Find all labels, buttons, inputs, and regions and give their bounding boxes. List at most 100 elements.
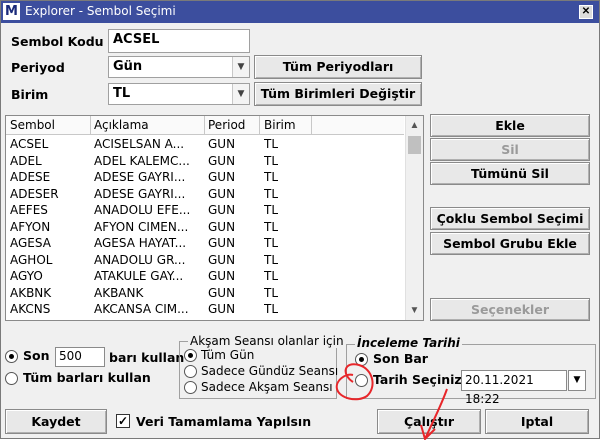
cell-period: GUN <box>208 236 236 250</box>
change-all-units-button[interactable]: Tüm Birimleri Değiştir <box>254 82 422 106</box>
cell-unit: TL <box>264 285 279 300</box>
unit-label: Birim <box>11 87 49 102</box>
all-bars-radio[interactable] <box>5 372 18 385</box>
period-select-value: Gün <box>113 59 143 74</box>
last-bars-radio[interactable] <box>5 350 18 363</box>
day-session-radio[interactable] <box>184 365 197 378</box>
all-day-radio[interactable] <box>184 349 197 362</box>
cell-symbol: AGHOL <box>10 252 53 267</box>
chevron-down-icon[interactable]: ▼ <box>232 84 249 104</box>
symbol-code-label: Sembol Kodu <box>11 34 104 49</box>
session-group-title: Akşam Seansı olanlar için <box>188 334 346 348</box>
cell-description: ANADOLU GR... <box>94 252 186 267</box>
chevron-down-icon[interactable]: ▼ <box>232 57 249 77</box>
table-row[interactable]: ADEL ADEL KALEMC... GUN TL <box>6 153 404 170</box>
column-header-symbol[interactable]: Sembol <box>10 118 55 132</box>
day-session-label: Sadece Gündüz Seansı <box>201 364 339 378</box>
cell-unit: TL <box>264 236 279 250</box>
cell-unit: TL <box>264 203 279 217</box>
cell-symbol: AGYO <box>10 269 43 283</box>
cell-description: AFYON CIMEN... <box>94 219 189 234</box>
cell-unit: TL <box>264 319 309 321</box>
cell-period: GUN <box>208 269 236 283</box>
table-row[interactable]: AKENR AK ENERJI E... GUN TL <box>6 318 404 321</box>
cell-unit: TL <box>264 219 279 234</box>
last-bars-label: Son <box>23 348 50 363</box>
cell-symbol: AEFES <box>10 203 48 217</box>
cell-period: GUN <box>208 252 236 267</box>
cell-period: GUN <box>208 203 236 217</box>
unit-select[interactable]: TL ▼ <box>108 83 250 105</box>
save-button[interactable]: Kaydet <box>5 409 107 434</box>
table-row[interactable]: AEFES ANADOLU EFE... GUN TL <box>6 202 404 219</box>
symbol-code-input[interactable]: ACSEL <box>108 29 250 53</box>
cell-period: GUN <box>208 302 236 316</box>
all-day-label: Tüm Gün <box>201 348 255 362</box>
cell-description: AKCANSA CIM... <box>94 302 189 316</box>
scroll-down-icon[interactable]: ▼ <box>406 302 423 319</box>
explorer-window: M Explorer - Sembol Seçimi ✕ Sembol Kodu… <box>0 0 600 440</box>
cell-description: ACISELSAN A... <box>94 137 185 151</box>
run-button[interactable]: Çalıştır <box>377 409 481 434</box>
delete-all-button[interactable]: Tümünü Sil <box>430 162 590 185</box>
use-bars-label: barı kullan <box>109 350 185 365</box>
table-row[interactable]: AGYO ATAKULE GAY... GUN TL <box>6 268 404 285</box>
cell-description: AGESA HAYAT... <box>94 236 187 250</box>
chevron-down-icon[interactable]: ▼ <box>568 370 586 391</box>
close-icon[interactable]: ✕ <box>579 5 593 19</box>
all-bars-label: Tüm barları kullan <box>23 370 151 385</box>
add-symbol-group-button[interactable]: Sembol Grubu Ekle <box>430 232 590 255</box>
list-header: Sembol Açıklama Period Birim <box>6 116 404 135</box>
change-all-periods-button[interactable]: Tüm Periyodları Değiştir <box>254 55 422 96</box>
cell-symbol: AFYON <box>10 219 51 234</box>
evening-session-radio[interactable] <box>184 381 197 394</box>
cell-period: GUN <box>208 170 236 184</box>
cell-description: ADEL KALEMC... <box>94 153 190 168</box>
table-row[interactable]: ACSEL ACISELSAN A... GUN TL <box>6 136 404 153</box>
cell-unit: TL <box>264 170 279 184</box>
unit-select-value: TL <box>113 86 131 101</box>
cell-period: GUN <box>208 153 236 168</box>
scroll-thumb[interactable] <box>408 136 421 154</box>
cancel-button[interactable]: Iptal <box>485 409 589 434</box>
delete-button[interactable]: Sil <box>430 138 590 161</box>
cell-unit: TL <box>264 302 279 316</box>
title-bar[interactable]: M Explorer - Sembol Seçimi ✕ <box>1 1 599 23</box>
cell-symbol: AKBNK <box>10 285 52 300</box>
scroll-up-icon[interactable]: ▲ <box>406 117 423 134</box>
pick-date-radio[interactable] <box>355 374 368 387</box>
options-button[interactable]: Seçenekler <box>430 298 590 321</box>
multi-symbol-select-button[interactable]: Çoklu Sembol Seçimi <box>430 207 590 230</box>
add-button[interactable]: Ekle <box>430 114 590 137</box>
last-bar-radio[interactable] <box>355 353 368 366</box>
symbol-list[interactable]: Sembol Açıklama Period Birim ACSEL ACISEL… <box>5 115 424 321</box>
pick-date-label: Tarih Seçiniz <box>373 372 462 387</box>
column-header-period[interactable]: Period <box>208 118 245 132</box>
cell-symbol: ACSEL <box>10 137 49 151</box>
date-picker-input[interactable]: 20.11.2021 18:22 <box>461 370 567 406</box>
period-label: Periyod <box>11 60 65 75</box>
table-row[interactable]: ADESER ADESE GAYRI... GUN TL <box>6 186 404 203</box>
table-row[interactable]: ADESE ADESE GAYRI... GUN TL <box>6 169 404 186</box>
app-logo-icon: M <box>3 3 20 20</box>
list-scrollbar[interactable]: ▲ ▼ <box>405 116 423 320</box>
cell-symbol: AKENR <box>10 319 88 321</box>
cell-description: ATAKULE GAY... <box>94 269 184 283</box>
cell-symbol: AGESA <box>10 236 51 250</box>
cell-description: ADESE GAYRI... <box>94 186 186 201</box>
evening-session-label: Sadece Akşam Seansı <box>201 380 333 394</box>
table-row[interactable]: AFYON AFYON CIMEN... GUN TL <box>6 219 404 236</box>
column-header-unit[interactable]: Birim <box>264 118 296 132</box>
table-row[interactable]: AGESA AGESA HAYAT... GUN TL <box>6 235 404 252</box>
cell-period: GUN <box>208 285 236 300</box>
fill-data-checkbox[interactable]: ✓ <box>116 414 130 428</box>
cell-unit: TL <box>264 186 279 201</box>
table-row[interactable]: AKBNK AKBANK GUN TL <box>6 285 404 302</box>
period-select[interactable]: Gün ▼ <box>108 56 250 78</box>
cell-symbol: AKCNS <box>10 302 51 316</box>
column-header-description[interactable]: Açıklama <box>94 118 149 132</box>
window-title: Explorer - Sembol Seçimi <box>25 4 176 18</box>
table-row[interactable]: AKCNS AKCANSA CIM... GUN TL <box>6 301 404 318</box>
table-row[interactable]: AGHOL ANADOLU GR... GUN TL <box>6 252 404 269</box>
bar-count-input[interactable]: 500 <box>55 347 105 367</box>
